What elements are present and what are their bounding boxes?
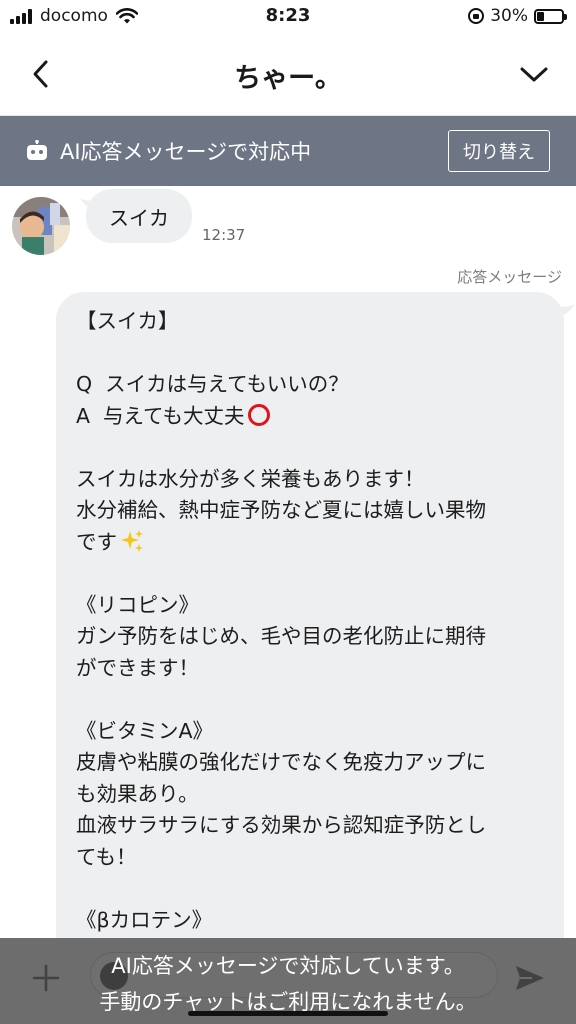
message-line: スイカは水分が多く栄養もあります！ bbox=[76, 466, 425, 491]
message-line: 皮膚や粘膜の強化だけでなく免疫力アップに bbox=[76, 750, 486, 774]
chat-header: ちゃー。 bbox=[0, 34, 576, 116]
message-line: Q スイカは与えてもいいの？ bbox=[76, 372, 349, 396]
battery-icon bbox=[534, 8, 567, 24]
robot-icon bbox=[27, 140, 47, 160]
message-line: ガン予防をはじめ、毛や目の老化防止に期待 bbox=[76, 624, 486, 648]
red-circle-emoji-icon bbox=[247, 403, 270, 426]
home-indicator bbox=[188, 1011, 388, 1016]
message-line: A 与えても大丈夫 bbox=[76, 401, 544, 433]
message-line: 水分補給、熱中症予防など夏には嬉しい果物 bbox=[76, 498, 486, 522]
message-line: 《βカロテン》 bbox=[76, 907, 213, 932]
response-message-label: 応答メッセージ bbox=[457, 268, 562, 286]
message-line bbox=[76, 432, 544, 464]
message-timestamp: 12:37 bbox=[202, 226, 246, 244]
message-line: です bbox=[76, 527, 544, 559]
orientation-lock-icon bbox=[468, 8, 485, 24]
message-line: も効果あり。 bbox=[76, 781, 199, 806]
sparkles-emoji-icon bbox=[121, 529, 143, 552]
incoming-message-text: スイカ bbox=[109, 205, 169, 230]
switch-button[interactable]: 切り替え bbox=[448, 130, 550, 172]
message-line: ても！ bbox=[76, 844, 137, 869]
message-line: 血液サラサラにする効果から認知症予防とし bbox=[76, 813, 487, 837]
chevron-down-icon[interactable] bbox=[516, 56, 552, 92]
disabled-notice-line1: AI応答メッセージで対応しています。 bbox=[111, 954, 465, 978]
outgoing-message-bubble[interactable]: 【スイカ】 Q スイカは与えてもいいの？ A 与えても大丈夫スイカは水分が多く栄養も… bbox=[56, 292, 564, 992]
ai-response-banner: AI応答メッセージで対応中 切り替え bbox=[0, 116, 576, 186]
chat-title: ちゃー。 bbox=[234, 63, 342, 94]
message-line: ができます！ bbox=[76, 655, 199, 680]
message-line bbox=[76, 684, 544, 716]
status-right: 30% bbox=[468, 6, 567, 26]
battery-percent: 30% bbox=[490, 6, 528, 26]
outgoing-message-body: 【スイカ】 Q スイカは与えてもいいの？ A 与えても大丈夫スイカは水分が多く栄養も… bbox=[76, 306, 544, 968]
status-bar: docomo 8:23 30% bbox=[0, 0, 576, 34]
message-line bbox=[76, 558, 544, 590]
avatar[interactable] bbox=[12, 197, 70, 255]
message-line: 《ビタミンA》 bbox=[76, 718, 214, 743]
message-line bbox=[76, 873, 544, 905]
message-line: 《リコピン》 bbox=[76, 592, 199, 617]
battery-fill bbox=[537, 11, 544, 21]
incoming-message-bubble[interactable]: スイカ bbox=[86, 189, 192, 243]
ai-banner-text: AI応答メッセージで対応中 bbox=[60, 140, 312, 164]
message-line bbox=[76, 338, 544, 370]
message-line: 【スイカ】 bbox=[76, 309, 179, 333]
